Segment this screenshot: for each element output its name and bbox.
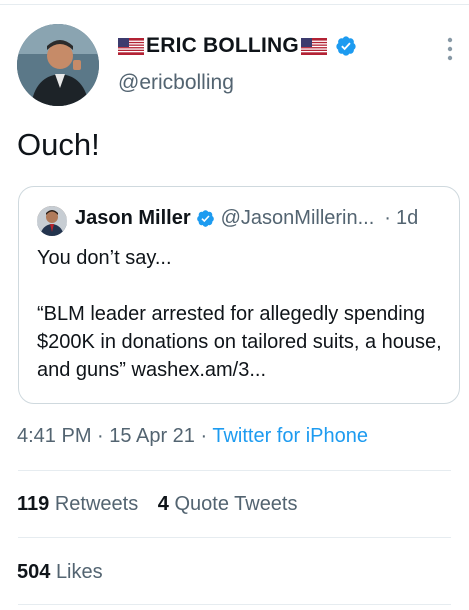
divider bbox=[18, 470, 451, 471]
retweets-link[interactable]: 119 Retweets bbox=[17, 493, 144, 515]
tweet-date[interactable]: 15 Apr 21 bbox=[109, 425, 195, 447]
quote-tweets-link[interactable]: 4 Quote Tweets bbox=[158, 493, 298, 515]
author-name-text: ERIC BOLLING bbox=[146, 34, 299, 57]
tweet-text: Ouch! bbox=[17, 127, 100, 162]
tweet-source-link[interactable]: Twitter for iPhone bbox=[212, 425, 368, 447]
quoted-time[interactable]: 1d bbox=[396, 207, 418, 230]
us-flag-icon bbox=[118, 37, 144, 55]
retweet-stats: 119 Retweets 4 Quote Tweets bbox=[17, 493, 298, 516]
quoted-author-avatar[interactable] bbox=[37, 206, 67, 236]
divider bbox=[18, 537, 451, 538]
tweet-time[interactable]: 4:41 PM bbox=[17, 425, 91, 447]
author-avatar[interactable] bbox=[17, 24, 99, 106]
us-flag-icon bbox=[300, 37, 327, 55]
meta-separator: · bbox=[97, 425, 104, 447]
meta-separator: · bbox=[200, 425, 208, 447]
quoted-text-line: You don’t say... bbox=[37, 247, 172, 269]
author-handle[interactable]: @ericbolling bbox=[118, 71, 234, 95]
more-options-icon[interactable] bbox=[443, 36, 457, 62]
likes-label: Likes bbox=[55, 561, 103, 583]
quoted-separator: · bbox=[384, 207, 391, 229]
quoted-tweet-header: Jason Miller @JasonMillerin... · 1d bbox=[75, 207, 445, 230]
quoted-tweet-card[interactable]: Jason Miller @JasonMillerin... · 1d You … bbox=[18, 186, 460, 404]
retweets-count: 119 bbox=[17, 493, 50, 515]
verified-badge-icon bbox=[196, 210, 214, 227]
verified-badge-icon bbox=[336, 36, 356, 56]
author-display-name[interactable]: ERIC BOLLING bbox=[118, 34, 357, 58]
likes-link[interactable]: 504 Likes bbox=[17, 561, 103, 583]
tweet-metadata: 4:41 PM · 15 Apr 21 · Twitter for iPhone bbox=[17, 425, 368, 448]
quote-tweets-count: 4 bbox=[157, 493, 169, 515]
retweets-label: Retweets bbox=[54, 493, 139, 515]
quoted-tweet-body: You don’t say... “BLM leader arrested fo… bbox=[37, 244, 447, 384]
likes-stats: 504 Likes bbox=[17, 561, 103, 584]
quote-tweets-label: Quote Tweets bbox=[174, 493, 298, 515]
top-divider bbox=[0, 4, 469, 5]
quoted-author-handle[interactable]: @JasonMillerin... bbox=[221, 207, 375, 230]
quoted-author-name[interactable]: Jason Miller bbox=[75, 207, 191, 230]
quoted-text-headline: “BLM leader arrested for allegedly spend… bbox=[37, 303, 442, 381]
avatar-photo-icon bbox=[17, 24, 99, 106]
divider bbox=[18, 604, 451, 605]
avatar-photo-icon bbox=[37, 206, 67, 236]
likes-count: 504 bbox=[17, 561, 51, 583]
